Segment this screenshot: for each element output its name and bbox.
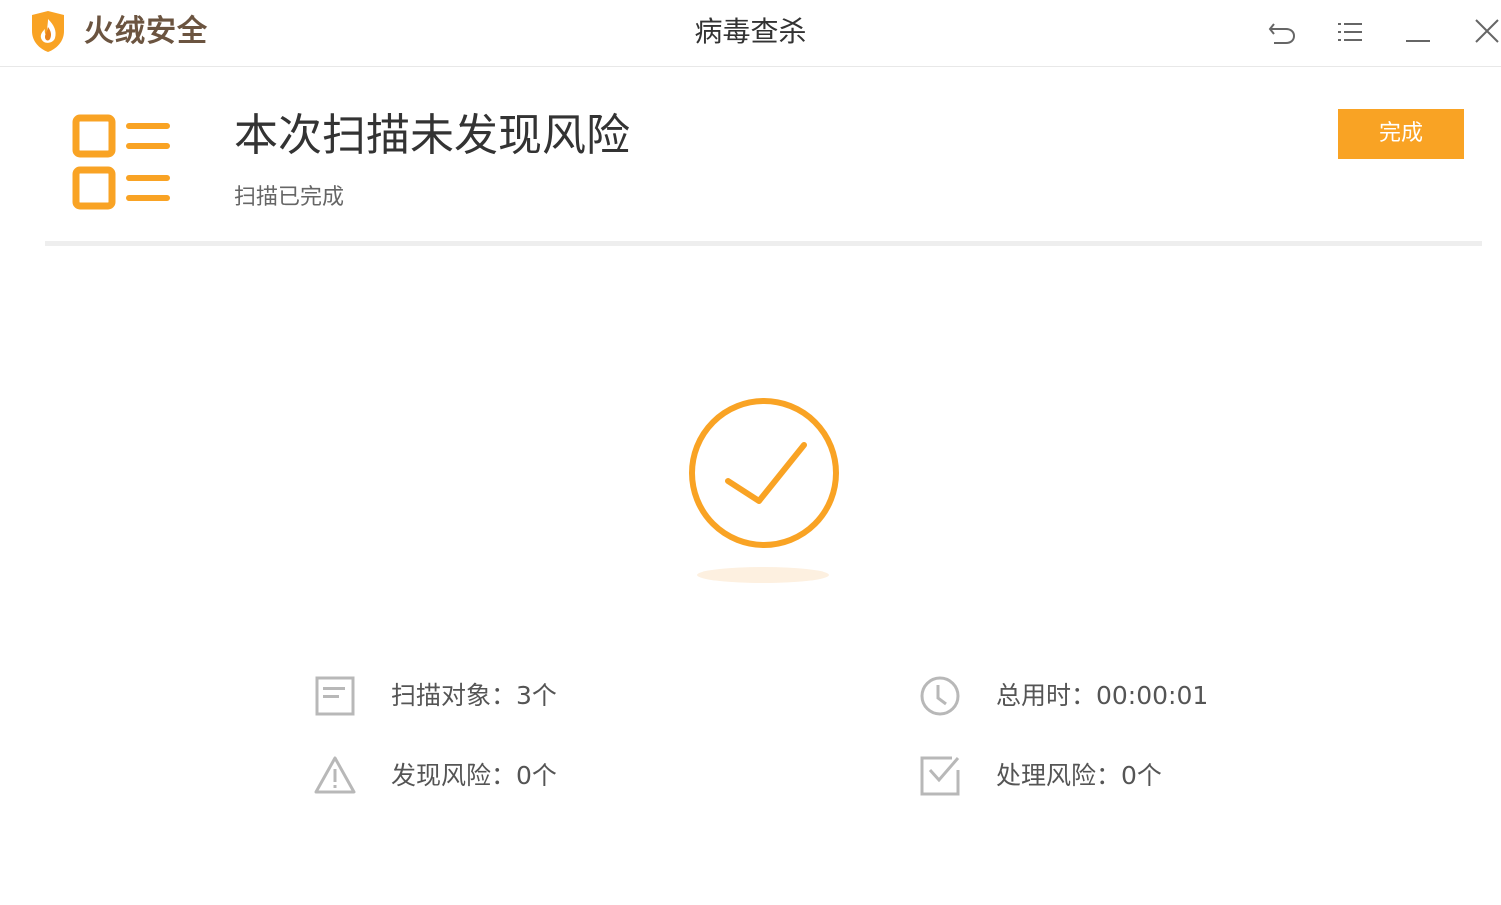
- title-bar: 火绒安全 病毒查杀: [0, 0, 1501, 67]
- checkbox-icon: [918, 754, 962, 798]
- result-title: 本次扫描未发现风险: [234, 110, 630, 161]
- stat-risks-handled: 处理风险：0个: [918, 754, 1238, 798]
- stat-handled-text: 处理风险：0个: [996, 761, 1162, 790]
- document-icon: [313, 674, 357, 718]
- stat-found-text: 发现风险：0个: [391, 761, 557, 790]
- stat-scanned-objects: 扫描对象：3个: [313, 674, 633, 718]
- close-button[interactable]: [1468, 14, 1501, 50]
- back-icon: [1268, 23, 1296, 44]
- stat-risks-found: 发现风险：0个: [313, 754, 633, 798]
- stat-time-text: 总用时：00:00:01: [996, 681, 1209, 710]
- minimize-icon: [1406, 40, 1430, 42]
- close-icon: [1475, 19, 1499, 43]
- clock-icon: [918, 674, 962, 718]
- back-button[interactable]: [1264, 14, 1300, 50]
- scan-list-icon: [72, 114, 172, 210]
- done-button[interactable]: 完成: [1338, 109, 1464, 159]
- stat-total-time: 总用时：00:00:01: [918, 674, 1278, 718]
- header-divider: [45, 241, 1482, 246]
- warning-icon: [313, 754, 357, 798]
- check-shadow: [697, 567, 829, 583]
- success-check-icon: [686, 395, 842, 551]
- menu-icon: [1338, 23, 1362, 41]
- menu-button[interactable]: [1332, 14, 1368, 50]
- stat-scanned-text: 扫描对象：3个: [391, 681, 557, 710]
- result-subtitle: 扫描已完成: [234, 185, 345, 210]
- minimize-button[interactable]: [1400, 14, 1436, 50]
